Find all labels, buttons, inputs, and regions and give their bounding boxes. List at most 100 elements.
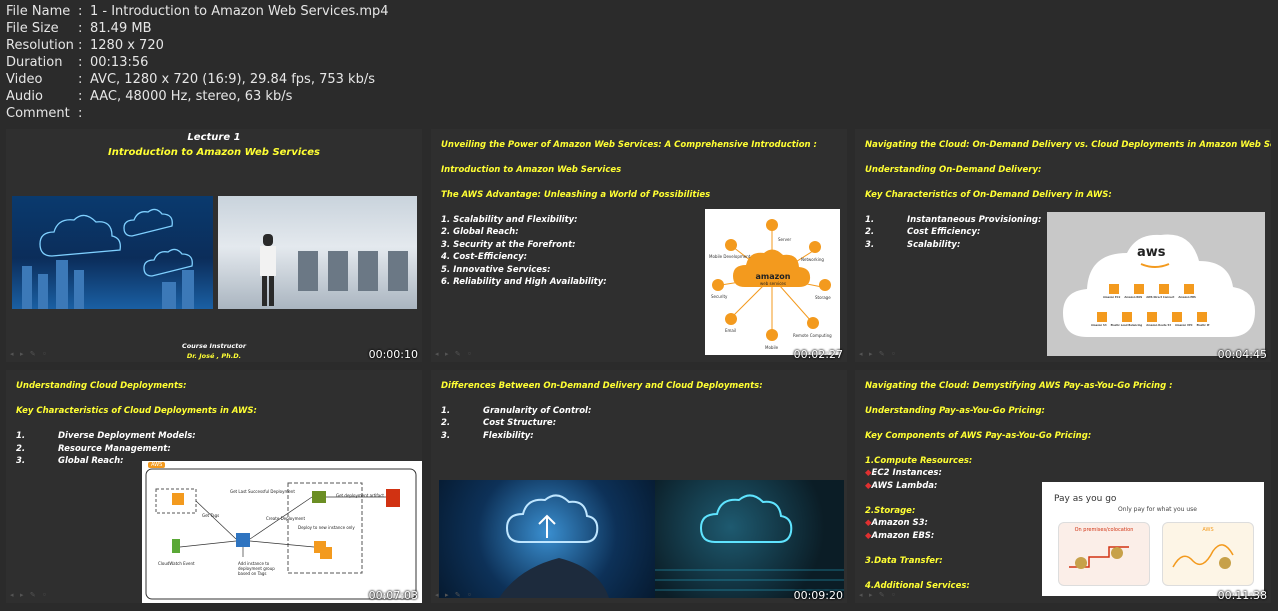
lecture-title: Introduction to Amazon Web Services <box>108 147 320 158</box>
slide-subheading: Understanding Pay-as-You-Go Pricing: <box>865 406 1045 416</box>
timestamp: 00:11:38 <box>1217 589 1267 602</box>
service-label: Amazon EC2 <box>1103 296 1121 299</box>
lecture-number: Lecture 1 <box>187 132 241 143</box>
slide-heading: Navigating the Cloud: Demystifying AWS P… <box>865 381 1173 391</box>
info-key: Video <box>6 72 43 87</box>
list-item: 2. Cost Structure: <box>441 418 556 428</box>
node-label: Security <box>711 294 728 299</box>
payg-title: Pay as you go <box>1054 494 1117 504</box>
deployment-architecture-diagram: AWS Get Last Successful Deployment Get d… <box>142 461 422 603</box>
slide-subheading: Understanding On-Demand Delivery: <box>865 165 1042 175</box>
list-text: Resource Management: <box>58 444 171 454</box>
list-number: 1. <box>16 431 26 441</box>
instructor-label: Course Instructor <box>181 342 247 350</box>
sub-item-text: Amazon EBS: <box>871 531 935 541</box>
timestamp: 00:04:45 <box>1217 348 1267 361</box>
thumbnail-1[interactable]: Lecture 1 Introduction to Amazon Web Ser… <box>6 129 422 362</box>
slide-subheading: Key Characteristics of On-Demand Deliver… <box>865 190 1112 200</box>
file-info-row: Comment: <box>6 105 389 122</box>
sub-item-text: EC2 Instances: <box>871 468 942 478</box>
list-item: 4. Cost-Efficiency: <box>441 252 528 262</box>
list-number: 3. <box>865 240 875 250</box>
list-number: 2. <box>441 418 451 428</box>
aws-logo: aws <box>1137 245 1166 260</box>
list-text: Instantaneous Provisioning: <box>907 215 1042 225</box>
diagram-label: CloudWatch Event <box>158 561 195 566</box>
list-text: Cost Efficiency: <box>907 227 981 237</box>
node-label: Server <box>778 237 792 242</box>
list-item: 3. Flexibility: <box>441 431 534 441</box>
slide-subheading: Key Components of AWS Pay-as-You-Go Pric… <box>865 431 1092 441</box>
list-item: 1. Diverse Deployment Models: <box>16 431 196 441</box>
node-label: Remote Computing <box>793 333 832 338</box>
list-number: 3. <box>441 431 451 441</box>
file-info-row: Resolution:1280 x 720 <box>6 37 389 54</box>
diagram-center-sublabel: web services <box>760 281 786 286</box>
pay-as-you-go-graphic: Pay as you go Only pay for what you use … <box>1042 482 1264 596</box>
slide-heading: Differences Between On-Demand Delivery a… <box>441 381 763 391</box>
info-key: Comment <box>6 106 70 121</box>
sub-item-text: AWS Lambda: <box>871 481 938 491</box>
info-key: Audio <box>6 89 43 104</box>
service-label: Amazon VPC <box>1174 324 1193 327</box>
sub-item-text: Amazon S3: <box>871 518 928 528</box>
service-label: Amazon S3 <box>1091 324 1107 327</box>
slide-heading: Navigating the Cloud: On-Demand Delivery… <box>865 140 1271 150</box>
sub-item: ◆Amazon S3: <box>865 518 928 528</box>
cloud-hand-photo <box>439 480 655 598</box>
list-item: 3. Security at the Forefront: <box>441 240 576 250</box>
list-number: 1. <box>865 215 875 225</box>
node-label: Mobile <box>765 345 779 350</box>
player-controls: ◂ ▸ ✎ ◦ <box>435 591 474 599</box>
info-separator: : <box>78 106 83 121</box>
list-text: Granularity of Control: <box>483 406 592 416</box>
slide-subheading: Introduction to Amazon Web Services <box>441 165 622 175</box>
info-separator: : <box>78 72 83 87</box>
list-number: 1. <box>441 406 451 416</box>
file-info-row: File Size:81.49 MB <box>6 20 389 37</box>
player-controls: ◂ ▸ ✎ ◦ <box>859 591 898 599</box>
info-value: 81.49 MB <box>90 21 152 36</box>
list-text: Diverse Deployment Models: <box>58 431 196 441</box>
list-number: 2. <box>16 444 26 454</box>
thumbnail-4[interactable]: Understanding Cloud Deployments: Key Cha… <box>6 370 422 603</box>
list-item: 6. Reliability and High Availability: <box>441 277 607 287</box>
sub-item: ◆EC2 Instances: <box>865 468 942 478</box>
list-text: Cost Structure: <box>483 418 557 428</box>
node-label: Email <box>725 328 737 333</box>
payg-subtitle: Only pay for what you use <box>1118 506 1197 513</box>
info-separator: : <box>78 38 83 53</box>
player-controls: ◂ ▸ ✎ ◦ <box>10 350 49 358</box>
diagram-label: Add instance to deployment group based o… <box>238 561 275 576</box>
info-key: Duration <box>6 55 63 70</box>
info-value: 1280 x 720 <box>90 38 164 53</box>
cloud-server-image <box>12 196 213 309</box>
diagram-center-label: amazon <box>755 272 791 281</box>
thumbnail-6[interactable]: Navigating the Cloud: Demystifying AWS P… <box>855 370 1271 603</box>
section-heading: 3.Data Transfer: <box>865 556 943 566</box>
list-item: 3. Global Reach: <box>16 456 124 466</box>
info-key: File Size <box>6 21 59 36</box>
timestamp: 00:00:10 <box>368 348 418 361</box>
list-item: 2. Global Reach: <box>441 227 519 237</box>
on-premises-card: On premises/colocation <box>1058 522 1150 586</box>
thumbnail-3[interactable]: Navigating the Cloud: On-Demand Delivery… <box>855 129 1271 362</box>
player-controls: ◂ ▸ ✎ ◦ <box>10 591 49 599</box>
timestamp: 00:09:20 <box>793 589 843 602</box>
player-controls: ◂ ▸ ✎ ◦ <box>859 350 898 358</box>
timestamp: 00:07:03 <box>368 589 418 602</box>
list-text: Flexibility: <box>483 431 534 441</box>
diagram-label: Deploy to new instance only <box>298 525 355 530</box>
thumbnail-5[interactable]: Differences Between On-Demand Delivery a… <box>431 370 847 603</box>
list-text: Scalability: <box>907 240 961 250</box>
info-value: 1 - Introduction to Amazon Web Services.… <box>90 4 389 19</box>
list-item: 1. Instantaneous Provisioning: <box>865 215 1041 225</box>
player-controls: ◂ ▸ ✎ ◦ <box>435 350 474 358</box>
info-separator: : <box>78 4 83 19</box>
service-label: Elastic IP <box>1196 324 1210 327</box>
info-separator: : <box>78 21 83 36</box>
node-label: Storage <box>815 295 831 300</box>
thumbnail-2[interactable]: Unveiling the Power of Amazon Web Servic… <box>431 129 847 362</box>
slide-subheading: Key Characteristics of Cloud Deployments… <box>16 406 257 416</box>
list-item: 1. Granularity of Control: <box>441 406 591 416</box>
